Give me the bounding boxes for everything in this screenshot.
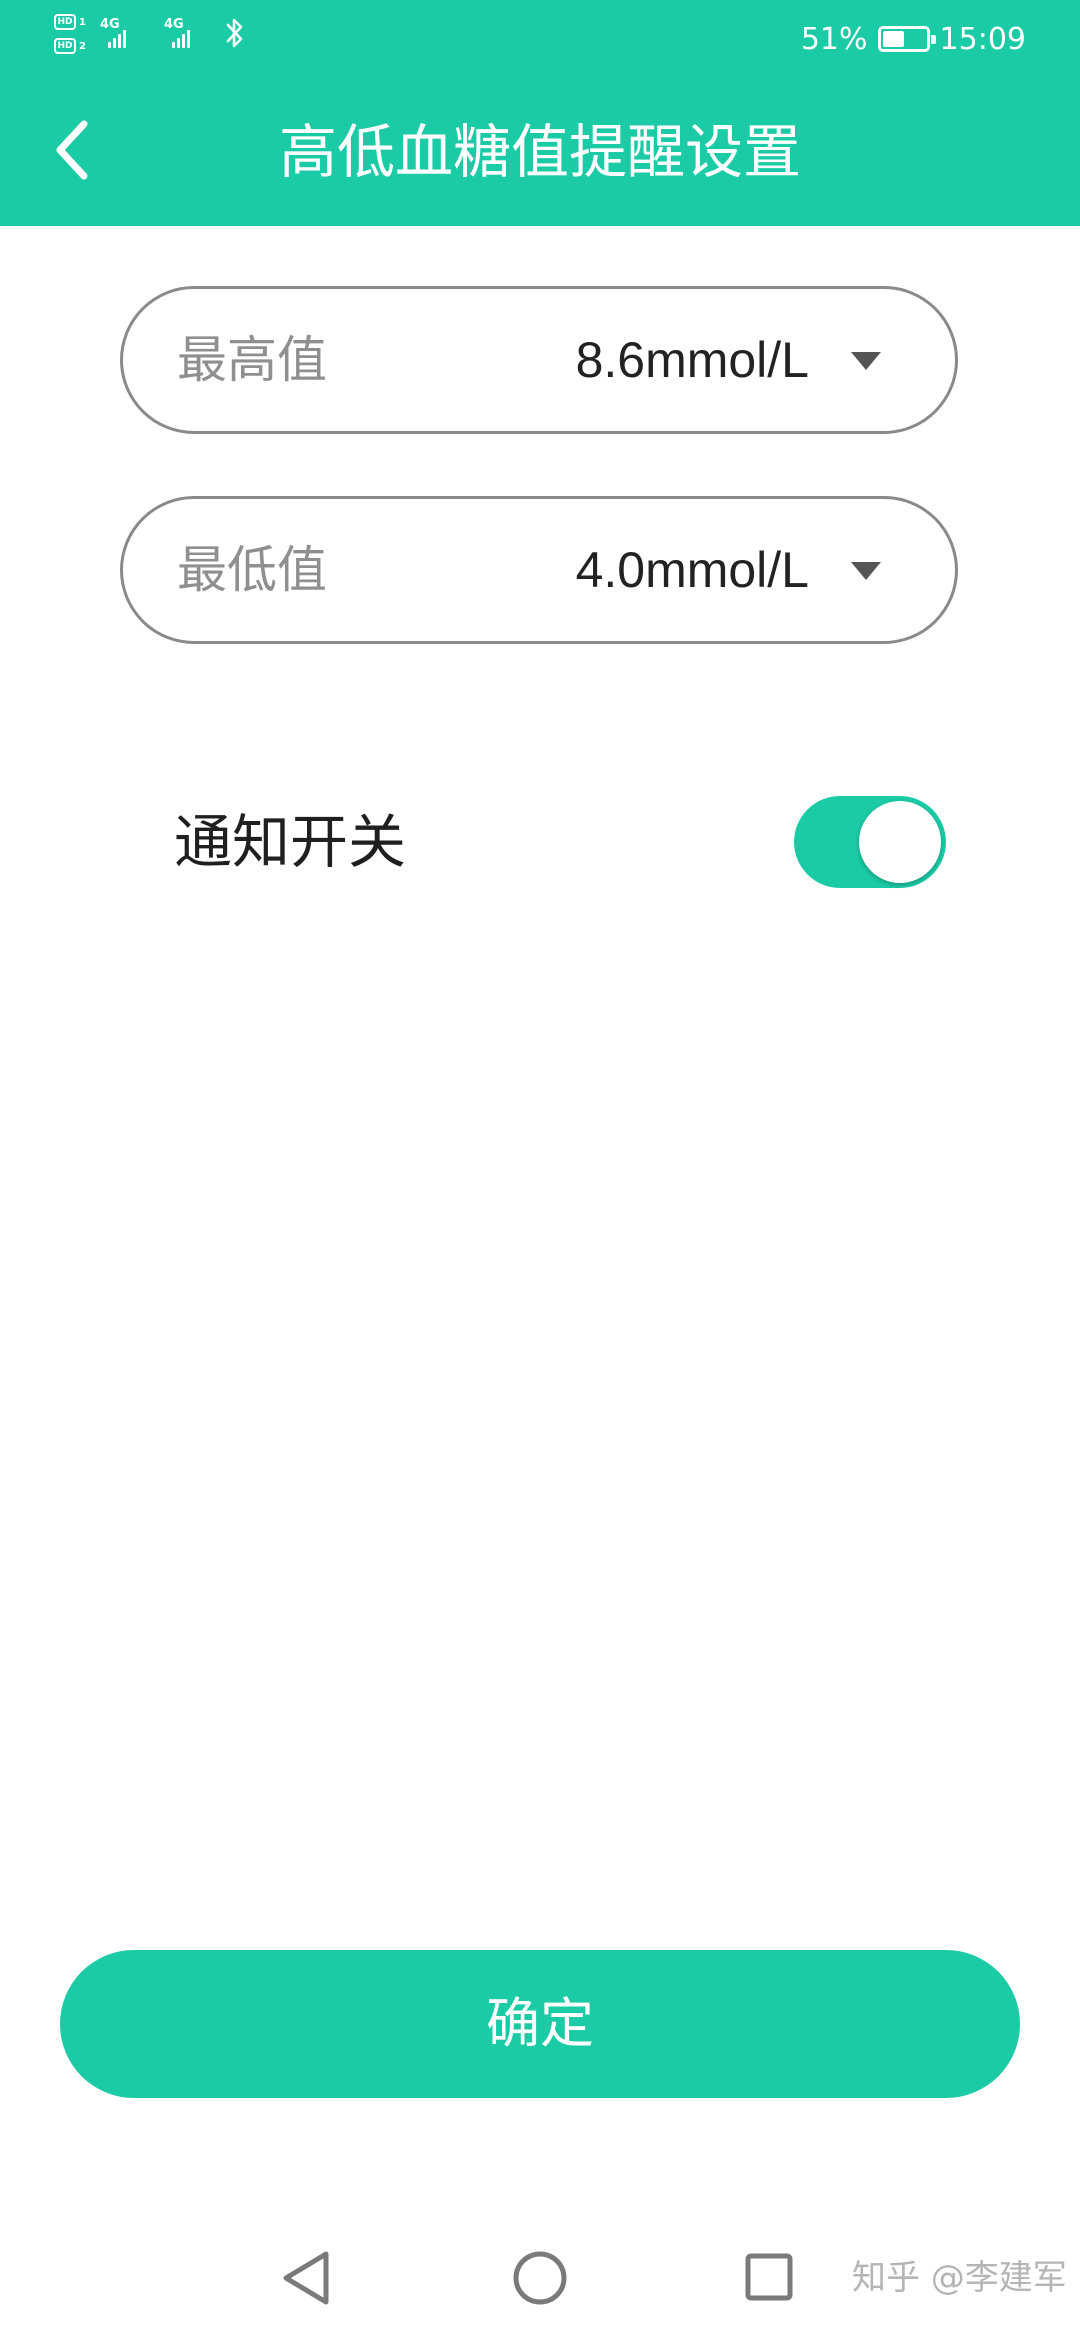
system-recent-button[interactable] — [728, 2244, 808, 2314]
confirm-button[interactable]: 确定 — [60, 1950, 1020, 2098]
watermark-text: 知乎 @李建军 — [852, 2258, 1067, 2298]
battery-level-fill — [882, 31, 904, 47]
max-value-label: 最高值 — [177, 331, 327, 389]
min-value-label: 最低值 — [177, 541, 327, 599]
toggle-knob — [859, 801, 941, 883]
max-value-selector[interactable]: 最高值 8.6mmol/L — [120, 286, 958, 434]
notification-toggle[interactable] — [794, 796, 946, 888]
clock-time: 15:09 — [939, 21, 1026, 57]
system-home-button[interactable] — [500, 2244, 580, 2314]
signal-icon: 4G — [100, 18, 136, 48]
home-circle-icon — [513, 2251, 567, 2305]
notification-toggle-label: 通知开关 — [174, 808, 407, 876]
hd-icon: HD — [54, 14, 76, 30]
sim1-label: 1 — [79, 17, 86, 28]
min-value-selector[interactable]: 最低值 4.0mmol/L — [120, 496, 958, 644]
status-bar-left: HD 1 HD 2 4G 4G — [54, 14, 254, 64]
battery-percent: 51% — [800, 21, 868, 57]
bluetooth-icon — [226, 18, 243, 48]
page-title: 高低血糖值提醒设置 — [278, 118, 801, 186]
status-bar-right: 51% 15:09 — [801, 14, 1026, 64]
signal-icon: 4G — [164, 18, 200, 48]
battery-icon — [877, 26, 936, 52]
hd-icon: HD — [54, 38, 76, 54]
sim2-label: 2 — [79, 41, 86, 52]
max-value-text: 8.6mmol/L — [575, 332, 809, 388]
recent-square-icon — [745, 2253, 793, 2301]
triangle-down-icon — [851, 352, 881, 370]
triangle-down-icon — [851, 562, 881, 580]
system-back-button[interactable] — [268, 2244, 348, 2314]
back-triangle-icon — [283, 2251, 329, 2305]
min-value-text: 4.0mmol/L — [575, 542, 809, 598]
